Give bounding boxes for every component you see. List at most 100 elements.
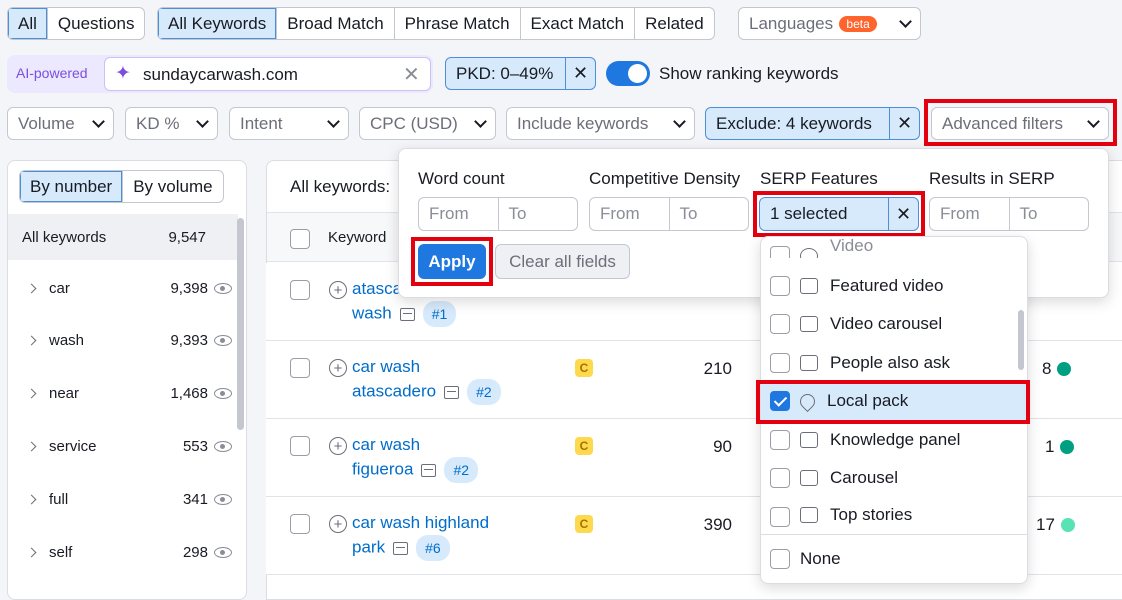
sidebar-scrollbar[interactable] (237, 218, 244, 430)
option-checkbox[interactable] (770, 276, 790, 296)
serp-option-carousel[interactable]: Carousel (770, 459, 1026, 497)
keyword-link[interactable]: car wash highland park #6 (352, 511, 489, 561)
tab-all[interactable]: All (8, 8, 48, 39)
option-checkbox[interactable] (770, 430, 790, 450)
top-tab-group: All Questions (7, 7, 146, 40)
exclude-keywords-chip[interactable]: Exclude: 4 keywords ✕ (705, 107, 920, 140)
serp-option-people-also-ask[interactable]: People also ask (770, 344, 1026, 382)
sidebar-item-service[interactable]: service 553 (8, 420, 238, 472)
eye-icon[interactable] (214, 282, 232, 294)
results-in-serp-range: From To (929, 197, 1089, 231)
apply-button[interactable]: Apply (418, 244, 486, 279)
option-checkbox[interactable] (770, 549, 790, 569)
add-keyword-icon[interactable]: + (329, 515, 347, 533)
chevron-right-icon (26, 494, 37, 504)
col-keyword[interactable]: Keyword (328, 229, 386, 246)
density-from[interactable]: From (590, 198, 670, 230)
remove-pkd-icon[interactable]: ✕ (565, 58, 595, 89)
group-label: full (49, 490, 69, 508)
advanced-filters-dropdown[interactable]: Advanced filters (931, 107, 1109, 140)
option-checkbox[interactable] (770, 246, 790, 258)
tab-related[interactable]: Related (635, 8, 714, 39)
serp-option-featured-video[interactable]: Featured video (770, 267, 1026, 305)
clear-serp-icon[interactable]: ✕ (888, 198, 918, 230)
option-checkbox[interactable] (770, 353, 790, 373)
tab-broad-match[interactable]: Broad Match (277, 8, 395, 39)
select-all-checkbox[interactable] (290, 229, 310, 249)
kd-dropdown[interactable]: KD % (125, 107, 218, 140)
serp-features-select[interactable]: 1 selected ✕ (759, 197, 919, 231)
sidebar-item-car[interactable]: car 9,398 (8, 262, 238, 314)
rank-badge: #2 (467, 379, 501, 405)
add-keyword-icon[interactable]: + (329, 359, 347, 377)
tab-questions[interactable]: Questions (48, 8, 145, 39)
row-checkbox[interactable] (290, 436, 310, 456)
add-keyword-icon[interactable]: + (329, 281, 347, 299)
word-count-range: From To (418, 197, 578, 231)
cpc-dropdown[interactable]: CPC (USD) (359, 107, 496, 140)
serp-option-top-stories[interactable]: Top stories (770, 505, 1026, 527)
clear-all-fields-button[interactable]: Clear all fields (495, 244, 630, 279)
sidebar-item-near[interactable]: near 1,468 (8, 367, 238, 419)
tab-by-volume[interactable]: By volume (123, 171, 222, 202)
serp-option-local-pack[interactable]: Local pack (770, 382, 1026, 420)
tab-exact-match[interactable]: Exact Match (521, 8, 636, 39)
tab-by-number[interactable]: By number (20, 171, 124, 202)
option-checkbox-checked[interactable] (770, 391, 790, 411)
option-label: Featured video (830, 276, 944, 295)
ranking-toggle[interactable] (606, 61, 650, 86)
group-label: near (49, 384, 80, 402)
languages-dropdown[interactable]: Languages beta (738, 7, 921, 40)
keyword-link[interactable]: car wash atascadero #2 (352, 355, 501, 405)
pkd-filter-chip[interactable]: PKD: 0–49% ✕ (445, 57, 596, 90)
eye-icon[interactable] (214, 440, 232, 452)
serp-option-video-carousel[interactable]: Video carousel (770, 305, 1026, 343)
option-label: People also ask (830, 353, 951, 372)
word-count-label: Word count (418, 169, 505, 188)
volume-value: 90 (713, 437, 732, 456)
clear-domain-icon[interactable]: ✕ (403, 62, 420, 87)
kd-label: KD % (136, 113, 180, 133)
keyword-link[interactable]: car wash figueroa #2 (352, 433, 479, 483)
beta-badge: beta (839, 15, 877, 32)
eye-icon[interactable] (214, 334, 232, 346)
serp-option-video[interactable]: Video (770, 236, 1026, 258)
include-keywords-dropdown[interactable]: Include keywords (506, 107, 695, 140)
group-all-keywords[interactable]: All keywords 9,547 (8, 214, 238, 260)
remove-exclude-icon[interactable]: ✕ (889, 108, 919, 139)
languages-label: Languages (749, 13, 834, 33)
row-checkbox[interactable] (290, 514, 310, 534)
word-count-from[interactable]: From (419, 198, 499, 230)
word-count-to[interactable]: To (499, 198, 578, 230)
tab-phrase-match[interactable]: Phrase Match (395, 8, 521, 39)
volume-dropdown[interactable]: Volume (7, 107, 114, 140)
tab-all-keywords[interactable]: All Keywords (158, 8, 278, 39)
option-checkbox[interactable] (770, 468, 790, 488)
chevron-down-icon (327, 114, 340, 128)
group-label: service (49, 437, 97, 455)
add-keyword-icon[interactable]: + (329, 437, 347, 455)
row-checkbox[interactable] (290, 280, 310, 300)
group-label: car (49, 279, 70, 297)
option-checkbox[interactable] (770, 314, 790, 334)
results-from[interactable]: From (930, 198, 1010, 230)
intent-dropdown[interactable]: Intent (229, 107, 349, 140)
serp-option-none[interactable]: None (770, 540, 1026, 578)
serp-option-knowledge-panel[interactable]: Knowledge panel (770, 421, 1026, 459)
eye-icon[interactable] (214, 546, 232, 558)
density-to[interactable]: To (670, 198, 749, 230)
option-checkbox[interactable] (770, 507, 790, 527)
include-label: Include keywords (517, 113, 649, 133)
sidebar-item-self[interactable]: self 298 (8, 526, 238, 578)
eye-icon[interactable] (214, 387, 232, 399)
chevron-down-icon (474, 114, 487, 128)
results-to[interactable]: To (1010, 198, 1089, 230)
row-checkbox[interactable] (290, 358, 310, 378)
domain-input[interactable]: ✦ sundaycarwash.com ✕ (104, 57, 431, 91)
sidebar-item-full[interactable]: full 341 (8, 473, 238, 525)
sidebar-item-wash[interactable]: wash 9,393 (8, 314, 238, 366)
intent-badge: C (575, 515, 593, 533)
eye-icon[interactable] (214, 493, 232, 505)
play-icon (800, 278, 818, 294)
kd-value: 1 (1045, 437, 1055, 456)
